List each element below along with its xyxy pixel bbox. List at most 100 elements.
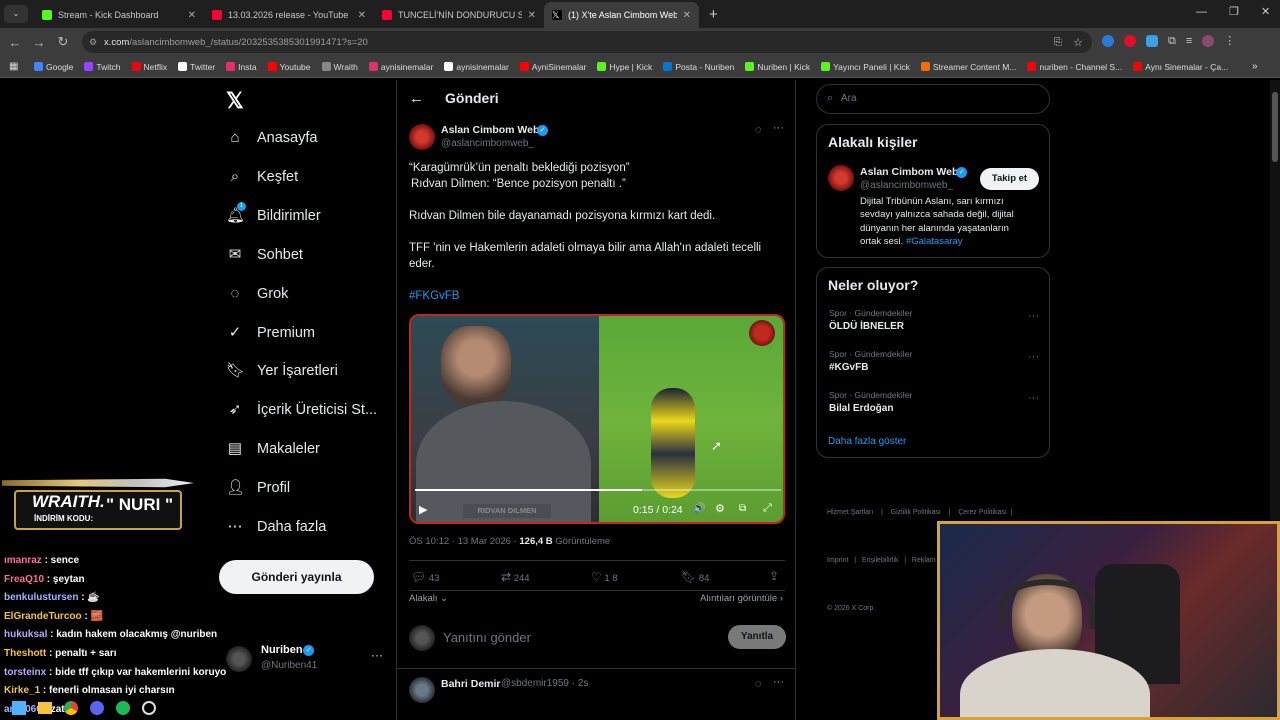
bookmark-item[interactable]: Twitch	[84, 61, 121, 72]
person-name[interactable]: Aslan Cimbom Web	[860, 166, 958, 178]
spotify-icon[interactable]	[116, 701, 130, 715]
sidebar-item-daha-fazla[interactable]: ⋯ Daha fazla	[220, 517, 390, 539]
back-icon[interactable]: ←	[3, 35, 27, 50]
reply-button[interactable]: Yanıtla	[728, 625, 786, 649]
trend-item[interactable]: Spor · Gündemdekiler Bilal Erdoğan ···	[817, 390, 1049, 424]
reply-author[interactable]: Bahri Demir	[441, 678, 501, 690]
like-action[interactable]: ♡ 1 8	[591, 570, 618, 584]
bookmarks-overflow-icon[interactable]: »	[1252, 61, 1258, 72]
bookmark-item[interactable]: Insta	[226, 61, 257, 72]
bookmark-item[interactable]: Youtube	[267, 61, 311, 72]
browser-tab-youtube-2[interactable]: TUNCELİ'NİN DONDURUCU SO ✕	[374, 2, 544, 28]
sidebar-item-i-çerik-üreticisi-st-[interactable]: ➶ İçerik Üreticisi St...	[220, 400, 390, 422]
sort-replies-dropdown[interactable]: Alakalı ⌄	[409, 593, 448, 604]
bookmark-item[interactable]: Hype | Kick	[597, 61, 652, 72]
sidebar-item-premium[interactable]: ✓ Premium	[220, 323, 390, 345]
settings-icon[interactable]: ⚙	[715, 502, 725, 515]
reload-icon[interactable]: ↻	[51, 34, 75, 50]
scrollbar-thumb[interactable]	[1272, 92, 1278, 162]
bookmark-item[interactable]: Netflix	[131, 61, 167, 72]
view-quotes-link[interactable]: Alıntıları görüntüle ›	[700, 593, 783, 604]
page-scrollbar[interactable]	[1270, 80, 1280, 520]
bookmark-item[interactable]: aynisinemalar	[444, 61, 509, 72]
reply-avatar[interactable]	[409, 677, 435, 703]
sidebar-item-bildirimler[interactable]: 🔔︎ Bildirimler 1	[220, 201, 390, 228]
chrome-icon[interactable]	[64, 701, 78, 715]
fullscreen-icon[interactable]: ⤢	[763, 502, 772, 515]
account-switcher[interactable]: Nuriben ✓ @Nuriben41 ···	[226, 644, 386, 678]
bookmark-item[interactable]: Posta - Nuriben	[663, 61, 734, 72]
install-icon[interactable]: ⎘	[1054, 37, 1062, 48]
back-arrow-icon[interactable]: ←	[409, 90, 424, 107]
timestamp-text[interactable]: ÖS 10:12 · 13 Mar 2026 ·	[409, 536, 519, 547]
close-icon[interactable]: ✕	[528, 10, 536, 21]
bookmark-item[interactable]: AyniSinemalar	[519, 61, 586, 72]
trend-item[interactable]: Spor · Gündemdekiler ÖLDÜ İBNELER ···	[817, 308, 1049, 342]
extension-blue-icon[interactable]	[1102, 35, 1114, 47]
trend-more-icon[interactable]: ···	[1028, 351, 1039, 363]
profile-avatar-icon[interactable]	[1202, 35, 1215, 47]
account-more-icon[interactable]: ···	[371, 648, 383, 662]
sidebar-item-anasayfa[interactable]: ⌂ Anasayfa	[220, 128, 390, 150]
chat-username[interactable]: hukuksal	[4, 629, 47, 640]
tab-search-button[interactable]: ⌄	[4, 5, 28, 23]
author-name[interactable]: Aslan Cimbom Web	[441, 124, 539, 136]
discord-icon[interactable]	[90, 701, 104, 715]
hashtag-link[interactable]: #FKGvFB	[409, 288, 459, 304]
show-more-link[interactable]: Daha fazla göster	[828, 436, 906, 447]
footer-line[interactable]: Hizmet Şartları | Gizlilik Politikası | …	[827, 505, 1013, 521]
sidebar-item-sohbet[interactable]: ✉ Sohbet	[220, 245, 390, 267]
sidebar-item-keşfet[interactable]: ⌕ Keşfet	[220, 167, 390, 189]
bookmark-item[interactable]: nuriben - Channel S...	[1027, 61, 1122, 72]
chat-username[interactable]: FreaQ10	[4, 574, 44, 585]
chat-username[interactable]: torsteinx	[4, 667, 46, 678]
search-box[interactable]: ⌕ Ara	[816, 84, 1050, 114]
bookmark-item[interactable]: Google	[34, 61, 73, 72]
chat-username[interactable]: ımanraz	[4, 555, 42, 566]
obs-icon[interactable]	[142, 701, 156, 715]
bookmark-item[interactable]: Aynı Sinemalar - Ça...	[1133, 61, 1228, 72]
bio-hashtag[interactable]: #Galatasaray	[906, 236, 963, 247]
close-icon[interactable]: ✕	[358, 10, 366, 21]
grok-icon[interactable]: ◌	[755, 678, 762, 690]
bookmark-item[interactable]: Yayıncı Paneli | Kick	[821, 61, 910, 72]
bookmark-item[interactable]: aynisinemalar	[368, 61, 433, 72]
reply-more-icon[interactable]: ···	[773, 676, 784, 688]
trend-more-icon[interactable]: ···	[1028, 392, 1039, 404]
reply-input[interactable]: Yanıtını gönder	[443, 630, 531, 645]
video-player[interactable]: RIDVAN DILMEN ➚ ▶ 0:15 / 0:24 🔊 ⚙ ⧉ ⤢	[409, 314, 785, 524]
chat-username[interactable]: ElGrandeTurcoo	[4, 611, 82, 622]
forward-icon[interactable]: →	[27, 35, 51, 50]
video-progress-track[interactable]	[415, 489, 781, 491]
sidebar-item-yer-i-şaretleri[interactable]: 🔖︎ Yer İşaretleri	[220, 361, 390, 383]
apps-icon[interactable]: ▦	[9, 61, 18, 72]
sidebar-item-profil[interactable]: 👤︎ Profil	[220, 478, 390, 500]
chat-username[interactable]: benkulustursen	[4, 592, 78, 603]
reply-action[interactable]: 💬︎ 43	[411, 570, 439, 584]
post-more-icon[interactable]: ···	[773, 122, 784, 134]
extension-red-icon[interactable]	[1124, 35, 1136, 47]
extension-shield-icon[interactable]	[1146, 35, 1158, 47]
bookmark-item[interactable]: Wraith	[321, 61, 358, 72]
extensions-puzzle-icon[interactable]: ⧉	[1168, 35, 1176, 47]
trend-more-icon[interactable]: ···	[1028, 310, 1039, 322]
chat-username[interactable]: Theshott	[4, 648, 46, 659]
bookmark-item[interactable]: Twitter	[178, 61, 215, 72]
pip-icon[interactable]: ⧉	[739, 503, 746, 514]
minimize-button[interactable]: —	[1196, 6, 1207, 18]
chat-username[interactable]: Kirke_1	[4, 685, 40, 696]
volume-icon[interactable]: 🔊	[693, 503, 705, 514]
author-handle[interactable]: @aslancimbomweb_	[441, 138, 534, 149]
close-icon[interactable]: ✕	[188, 10, 196, 21]
url-field[interactable]: ⚙ x.com/aslancimbomweb_/status/2032535385…	[82, 31, 1092, 53]
share-icon[interactable]: ⇪	[769, 569, 779, 583]
bookmark-item[interactable]: Streamer Content M...	[920, 61, 1016, 72]
star-icon[interactable]: ☆	[1073, 36, 1083, 49]
restore-button[interactable]: ❐	[1229, 5, 1239, 18]
file-explorer-icon[interactable]	[38, 702, 52, 714]
browser-tab-youtube[interactable]: 13.03.2026 release - YouTube ✕	[204, 2, 374, 28]
play-icon[interactable]: ▶	[419, 503, 427, 516]
site-info-icon[interactable]: ⚙	[89, 37, 97, 48]
x-logo[interactable]: 𝕏	[226, 88, 244, 114]
new-tab-button[interactable]: +	[709, 6, 718, 23]
